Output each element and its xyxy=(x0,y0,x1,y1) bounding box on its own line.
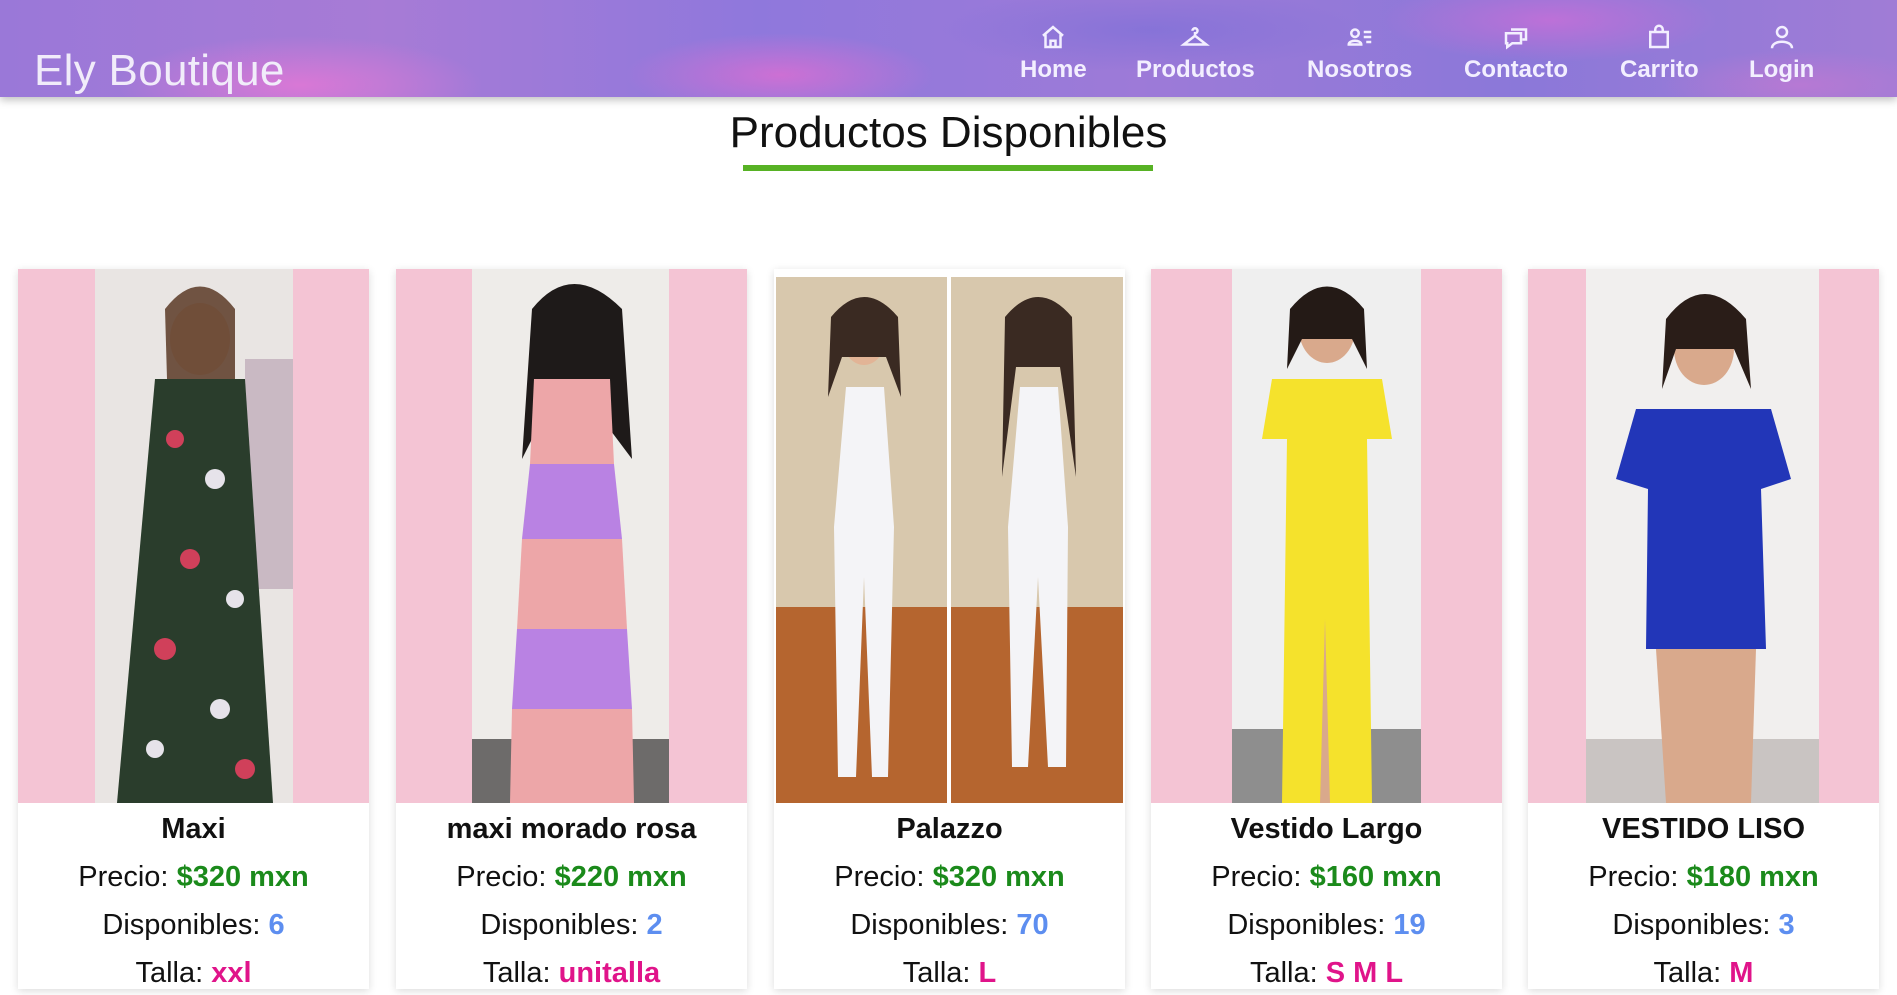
nav-carrito[interactable]: Carrito xyxy=(1620,22,1699,84)
chat-icon xyxy=(1504,28,1528,50)
product-name: Palazzo xyxy=(896,813,1003,845)
nav-login-label: Login xyxy=(1749,56,1815,83)
stock-label: Disponibles: xyxy=(1227,909,1394,941)
title-underline xyxy=(743,165,1153,171)
nav-login[interactable]: Login xyxy=(1749,22,1814,84)
product-size-row: Talla: M xyxy=(1528,957,1879,995)
home-icon xyxy=(1042,25,1065,49)
size-label: Talla: xyxy=(135,957,212,989)
product-size-row: Talla: S M L xyxy=(1151,957,1502,995)
product-stock: 3 xyxy=(1778,909,1795,941)
nav-home[interactable]: Home xyxy=(1020,22,1087,84)
id-card-icon xyxy=(1347,28,1371,46)
product-size: unitalla xyxy=(558,957,661,989)
product-price: $320 mxn xyxy=(176,861,309,893)
page-title: Productos Disponibles xyxy=(729,108,1168,157)
product-stock-row: Disponibles: 2 xyxy=(396,909,747,947)
nav-productos-label: Productos xyxy=(1136,56,1255,83)
stock-label: Disponibles: xyxy=(480,909,647,941)
product-stock: 6 xyxy=(268,909,285,941)
product-name: maxi morado rosa xyxy=(446,813,697,845)
product-name: Maxi xyxy=(161,813,226,845)
nav-productos[interactable]: Productos xyxy=(1136,22,1255,84)
product-card[interactable]: Vestido Largo Precio: $160 mxn Disponibl… xyxy=(1151,269,1502,989)
product-stock: 2 xyxy=(646,909,663,941)
stock-label: Disponibles: xyxy=(102,909,269,941)
size-label: Talla: xyxy=(482,957,559,989)
product-card[interactable]: VESTIDO LISO Precio: $180 mxn Disponible… xyxy=(1528,269,1879,989)
product-price: $180 mxn xyxy=(1686,861,1819,893)
price-label: Precio: xyxy=(1588,861,1687,893)
nav-home-label: Home xyxy=(1020,56,1087,83)
product-image[interactable] xyxy=(1528,269,1879,803)
product-image[interactable] xyxy=(18,269,369,803)
product-photo-maxi-morado-rosa xyxy=(472,269,669,803)
size-label: Talla: xyxy=(1653,957,1730,989)
product-size: L xyxy=(978,957,997,989)
site-header: Ely Boutique Home Productos Nosotros Con… xyxy=(0,0,1897,97)
product-image[interactable] xyxy=(774,269,1125,803)
product-price: $320 mxn xyxy=(932,861,1065,893)
size-label: Talla: xyxy=(902,957,979,989)
product-photo-palazzo xyxy=(776,277,1123,803)
product-image[interactable] xyxy=(396,269,747,803)
product-size: xxl xyxy=(211,957,252,989)
product-price-row: Precio: $320 mxn xyxy=(774,861,1125,899)
product-stock-row: Disponibles: 70 xyxy=(774,909,1125,947)
size-label: Talla: xyxy=(1249,957,1326,989)
nav-carrito-label: Carrito xyxy=(1620,56,1699,83)
product-photo-vestido-largo xyxy=(1232,269,1421,803)
product-size-row: Talla: xxl xyxy=(18,957,369,995)
product-stock-row: Disponibles: 3 xyxy=(1528,909,1879,947)
user-icon xyxy=(1770,25,1793,49)
main-nav: Home Productos Nosotros Contacto Carrito… xyxy=(0,22,1897,92)
product-price: $220 mxn xyxy=(554,861,687,893)
nav-contacto[interactable]: Contacto xyxy=(1464,22,1568,84)
product-stock: 19 xyxy=(1393,909,1426,941)
product-name: VESTIDO LISO xyxy=(1601,813,1806,845)
price-label: Precio: xyxy=(78,861,177,893)
product-size-row: Talla: unitalla xyxy=(396,957,747,995)
nav-contacto-label: Contacto xyxy=(1464,56,1568,83)
hanger-icon xyxy=(1180,27,1211,46)
product-price-row: Precio: $180 mxn xyxy=(1528,861,1879,899)
product-size: S M L xyxy=(1325,957,1404,989)
product-photo-maxi xyxy=(95,269,293,803)
stock-label: Disponibles: xyxy=(850,909,1017,941)
price-label: Precio: xyxy=(456,861,555,893)
nav-nosotros[interactable]: Nosotros xyxy=(1307,22,1412,84)
product-card[interactable]: Palazzo Precio: $320 mxn Disponibles: 70… xyxy=(774,269,1125,989)
product-price-row: Precio: $320 mxn xyxy=(18,861,369,899)
product-photo-vestido-liso xyxy=(1586,269,1819,803)
stock-label: Disponibles: xyxy=(1612,909,1779,941)
product-name: Vestido Largo xyxy=(1230,813,1423,845)
product-size-row: Talla: L xyxy=(774,957,1125,995)
price-label: Precio: xyxy=(834,861,933,893)
product-stock-row: Disponibles: 19 xyxy=(1151,909,1502,947)
nav-nosotros-label: Nosotros xyxy=(1307,56,1413,83)
product-price-row: Precio: $160 mxn xyxy=(1151,861,1502,899)
product-image[interactable] xyxy=(1151,269,1502,803)
product-stock: 70 xyxy=(1016,909,1049,941)
shopping-bag-icon xyxy=(1649,24,1670,49)
product-size: M xyxy=(1729,957,1754,989)
product-card[interactable]: maxi morado rosa Precio: $220 mxn Dispon… xyxy=(396,269,747,989)
product-price-row: Precio: $220 mxn xyxy=(396,861,747,899)
product-price: $160 mxn xyxy=(1309,861,1442,893)
product-stock-row: Disponibles: 6 xyxy=(18,909,369,947)
price-label: Precio: xyxy=(1211,861,1310,893)
product-card[interactable]: Maxi Precio: $320 mxn Disponibles: 6 Tal… xyxy=(18,269,369,989)
